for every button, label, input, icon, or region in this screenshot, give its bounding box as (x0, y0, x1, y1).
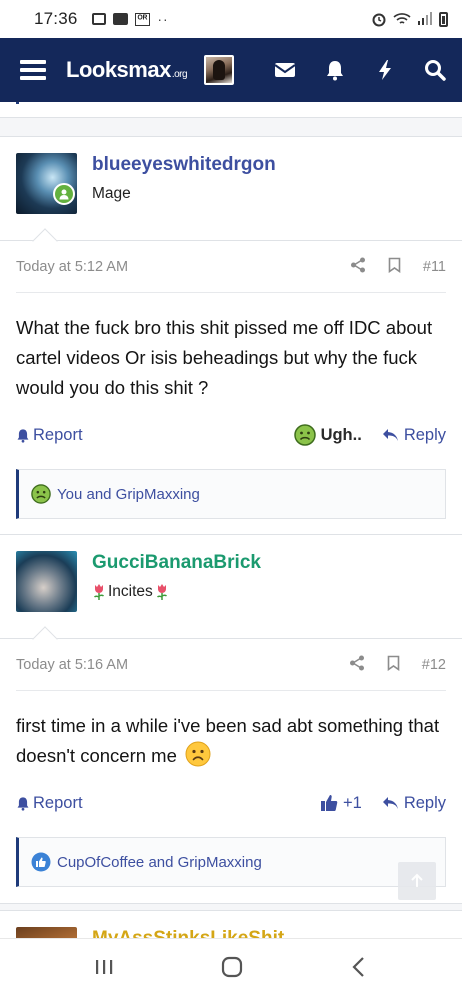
recent-apps-icon[interactable] (93, 957, 115, 982)
thumbs-up-icon (321, 795, 338, 811)
sick-face-icon (293, 424, 316, 446)
username[interactable]: MyAssStinksLikeShit (92, 928, 284, 938)
menu-icon[interactable] (20, 60, 46, 80)
bookmark-icon[interactable] (387, 655, 400, 675)
post-timestamp[interactable]: Today at 5:12 AM (16, 259, 128, 275)
user-title-text: Incites (108, 583, 153, 600)
report-label: Report (33, 793, 83, 812)
sad-face-icon (185, 741, 211, 767)
scroll-to-top-button[interactable] (398, 862, 436, 900)
notification-icons: ᴼᴿ ·· (91, 11, 169, 27)
post-actions: Report +1 Reply (16, 783, 446, 823)
username[interactable]: blueeyeswhitedrgon (92, 154, 276, 176)
thread-content: blueeyeswhitedrgon Mage Today at 5:12 AM… (0, 102, 462, 938)
app-icon: ᴼᴿ (134, 12, 151, 26)
system-icons (371, 11, 448, 27)
post-message-text: first time in a while i've been sad abt … (16, 715, 440, 766)
share-icon[interactable] (349, 655, 365, 675)
post-user-block: blueeyeswhitedrgon Mage (0, 137, 462, 254)
reply-arrow-icon (382, 797, 398, 809)
like-label: +1 (343, 793, 362, 812)
post-timestamp[interactable]: Today at 5:16 AM (16, 657, 128, 673)
logo-suffix: .org (171, 69, 188, 80)
site-logo[interactable]: Looksmax .org (66, 57, 188, 83)
reaction-button[interactable]: Ugh.. (293, 424, 362, 446)
reply-label: Reply (403, 425, 446, 444)
folder-icon (112, 13, 128, 25)
battery-icon (439, 11, 448, 27)
alarm-icon (372, 13, 386, 27)
bell-icon (17, 796, 29, 811)
envelope-icon[interactable] (272, 57, 298, 83)
username[interactable]: GucciBananaBrick (92, 552, 261, 574)
online-status-icon (53, 183, 75, 205)
post-number[interactable]: #12 (422, 657, 446, 673)
reactions-summary: CupOfCoffee and GripMaxxing (57, 853, 262, 871)
post-meta: Today at 5:16 AM #12 (16, 639, 446, 691)
sick-face-icon (31, 484, 51, 504)
user-title: Incites (92, 583, 169, 601)
post-message: first time in a while i've been sad abt … (0, 691, 462, 771)
share-icon[interactable] (350, 257, 366, 277)
reactions-summary: You and GripMaxxing (57, 485, 200, 503)
status-time: 17:36 (34, 9, 78, 28)
user-avatar[interactable] (16, 551, 77, 612)
top-nav-bar: Looksmax .org (0, 38, 462, 102)
report-button[interactable]: Report (16, 426, 83, 445)
more-notifications-icon: ·· (157, 11, 169, 27)
logo-text: Looksmax (66, 57, 171, 82)
tulip-icon (156, 584, 167, 600)
search-icon[interactable] (422, 57, 448, 83)
previous-post-bottom (0, 102, 462, 118)
report-label: Report (33, 425, 83, 444)
system-navigation-bar (0, 938, 462, 1000)
account-avatar[interactable] (204, 55, 235, 85)
reply-button[interactable]: Reply (382, 426, 446, 445)
reply-label: Reply (403, 793, 446, 812)
post: blueeyeswhitedrgon Mage Today at 5:12 AM… (0, 136, 462, 536)
signal-icon (418, 12, 432, 25)
reply-button[interactable]: Reply (382, 794, 446, 813)
like-button[interactable]: +1 (320, 794, 362, 813)
bookmark-icon[interactable] (388, 257, 401, 277)
post-meta: Today at 5:12 AM #11 (16, 241, 446, 293)
gallery-icon (91, 13, 106, 25)
lightning-icon[interactable] (372, 57, 398, 83)
reactions-bar[interactable]: You and GripMaxxing (16, 469, 446, 519)
bell-icon (17, 428, 29, 443)
reactions-bar[interactable]: CupOfCoffee and GripMaxxing (16, 837, 446, 887)
user-avatar[interactable] (16, 927, 77, 938)
post-message: What the fuck bro this shit pissed me of… (16, 317, 433, 398)
wifi-icon (393, 13, 411, 24)
home-icon[interactable] (220, 955, 244, 984)
user-title: Mage (92, 185, 131, 202)
post-number[interactable]: #11 (423, 259, 446, 275)
back-icon[interactable] (349, 956, 369, 983)
reply-arrow-icon (382, 429, 398, 441)
post-user-block: GucciBananaBrick Incites (0, 535, 462, 652)
post: GucciBananaBrick Incites Today at 5:16 A… (0, 534, 462, 904)
tulip-icon (93, 584, 105, 600)
post-actions: Report Ugh.. Reply (16, 415, 446, 455)
bell-icon[interactable] (322, 57, 348, 83)
arrow-up-icon (411, 873, 423, 887)
report-button[interactable]: Report (16, 794, 83, 813)
status-bar: 17:36 ᴼᴿ ·· (0, 0, 462, 38)
like-badge-icon (31, 852, 51, 872)
reaction-label: Ugh.. (320, 425, 362, 444)
post: MyAssStinksLikeShit (0, 910, 462, 938)
